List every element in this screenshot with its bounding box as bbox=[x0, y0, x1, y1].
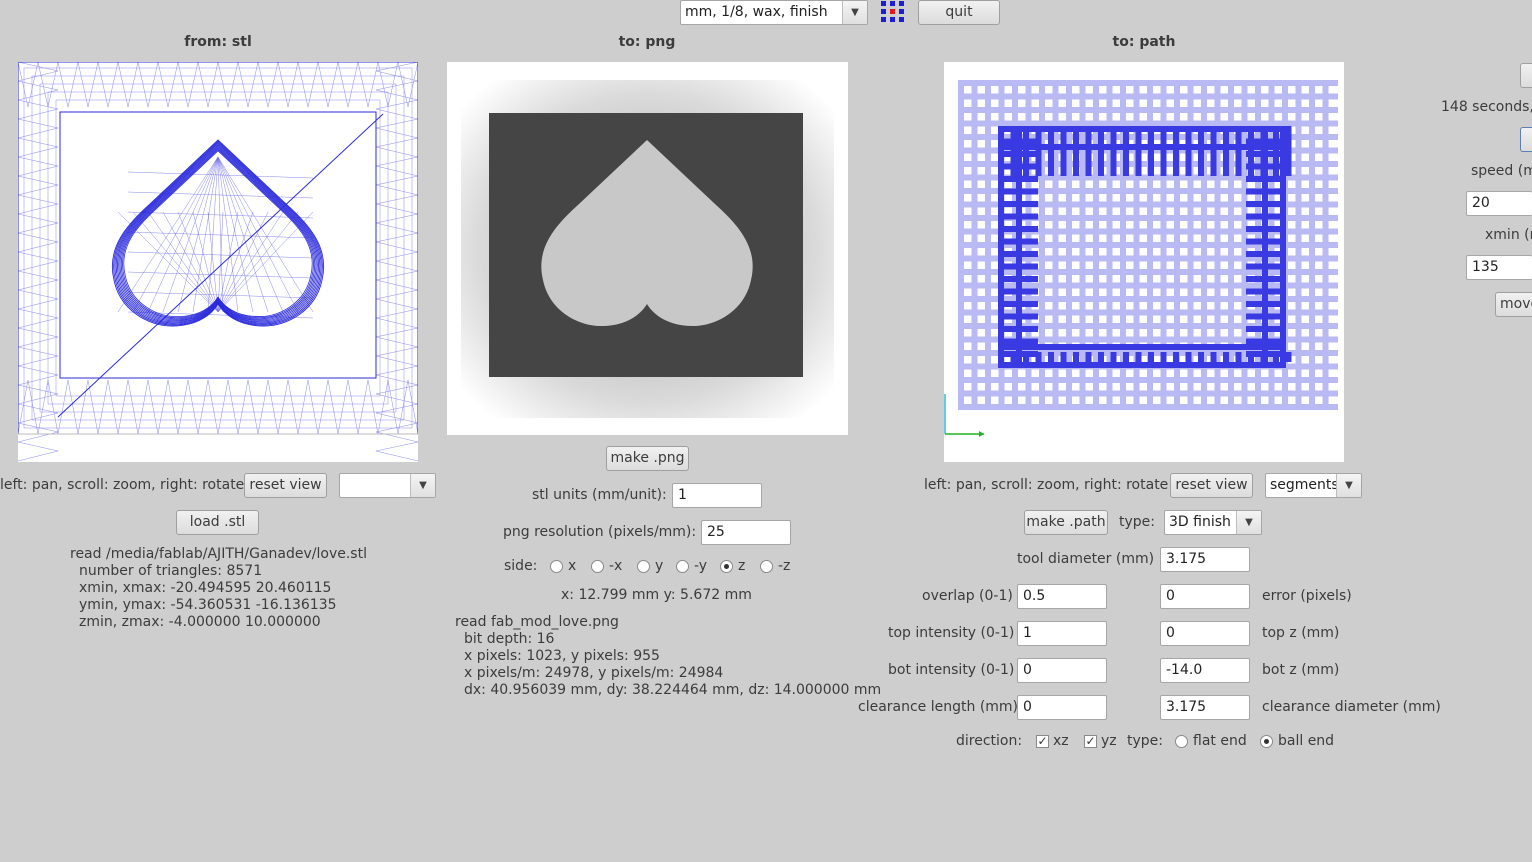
make-path-button[interactable]: make .path bbox=[1024, 510, 1108, 535]
side-radio-label: -y bbox=[694, 558, 708, 574]
png-info-line: read fab_mod_love.png bbox=[455, 614, 619, 630]
side-radio-x[interactable] bbox=[550, 560, 563, 573]
png-resolution-input[interactable]: 25 bbox=[701, 520, 791, 545]
png-image bbox=[447, 62, 848, 435]
preset-select[interactable]: mm, 1/8, wax, finish ▼ bbox=[680, 0, 868, 25]
clearance-diameter-label: clearance diameter (mm) bbox=[1262, 699, 1441, 715]
machine-time-estimate: 148 seconds, 2 bbox=[1441, 99, 1532, 115]
stl-header: from: stl bbox=[184, 34, 252, 50]
clearance-diameter-input[interactable]: 3.175 bbox=[1160, 695, 1250, 720]
stl-info-line: ymin, ymax: -54.360531 -16.136135 bbox=[79, 597, 337, 613]
preset-value: mm, 1/8, wax, finish bbox=[685, 4, 828, 20]
side-radio-label: -z bbox=[778, 558, 791, 574]
flat-end-label: flat end bbox=[1193, 733, 1247, 749]
overlap-input[interactable]: 0.5 bbox=[1017, 584, 1107, 609]
speed-input[interactable]: 20 bbox=[1466, 191, 1532, 216]
load-stl-button[interactable]: load .stl bbox=[176, 510, 259, 535]
path-type-value: 3D finish bbox=[1169, 514, 1231, 530]
png-header: to: png bbox=[618, 34, 676, 50]
direction-yz-label: yz bbox=[1101, 733, 1117, 749]
chevron-down-icon: ▼ bbox=[1336, 474, 1361, 497]
tool-diameter-label: tool diameter (mm) bbox=[1017, 551, 1155, 567]
stl-view-select[interactable]: ▼ bbox=[339, 473, 436, 498]
stl-info-line: number of triangles: 8571 bbox=[79, 563, 263, 579]
direction-xz-label: xz bbox=[1053, 733, 1069, 749]
chevron-down-icon: ▼ bbox=[1236, 511, 1261, 534]
stl-info-line: read /media/fablab/AJITH/Ganadev/love.st… bbox=[70, 546, 367, 562]
png-position-readout: x: 12.799 mm y: 5.672 mm bbox=[561, 587, 752, 603]
side-radio-y[interactable] bbox=[637, 560, 650, 573]
path-reset-view-button[interactable]: reset view bbox=[1170, 473, 1253, 498]
speed-label: speed (m bbox=[1471, 163, 1532, 179]
machine-send-button[interactable] bbox=[1520, 127, 1532, 152]
stl-viewer[interactable] bbox=[17, 61, 439, 462]
stl-units-input[interactable]: 1 bbox=[672, 483, 762, 508]
top-z-input[interactable]: 0 bbox=[1160, 621, 1250, 646]
path-header: to: path bbox=[1112, 34, 1176, 50]
xmin-input[interactable]: 135 bbox=[1466, 255, 1532, 280]
bot-intensity-label: bot intensity (0-1) bbox=[888, 662, 1015, 678]
png-info-line: dx: 40.956039 mm, dy: 38.224464 mm, dz: … bbox=[464, 682, 882, 698]
direction-yz-checkbox[interactable]: ✓ bbox=[1084, 735, 1097, 748]
ball-end-radio[interactable] bbox=[1260, 735, 1273, 748]
top-z-label: top z (mm) bbox=[1262, 625, 1340, 641]
path-view-hint: left: pan, scroll: zoom, right: rotate bbox=[924, 477, 1169, 493]
tool-diameter-input[interactable]: 3.175 bbox=[1160, 547, 1250, 572]
overlap-label: overlap (0-1) bbox=[922, 588, 1013, 604]
side-radio--z[interactable] bbox=[760, 560, 773, 573]
path-type-select[interactable]: 3D finish ▼ bbox=[1164, 510, 1262, 535]
error-input[interactable]: 0 bbox=[1160, 584, 1250, 609]
png-info-line: bit depth: 16 bbox=[464, 631, 555, 647]
chevron-down-icon: ▼ bbox=[410, 474, 435, 497]
side-radio-label: y bbox=[655, 558, 664, 574]
clearance-length-input[interactable]: 0 bbox=[1017, 695, 1107, 720]
bot-z-label: bot z (mm) bbox=[1262, 662, 1340, 678]
direction-xz-checkbox[interactable]: ✓ bbox=[1036, 735, 1049, 748]
side-radio-z[interactable] bbox=[720, 560, 733, 573]
png-info-line: x pixels: 1023, y pixels: 955 bbox=[464, 648, 660, 664]
bot-z-input[interactable]: -14.0 bbox=[1160, 658, 1250, 683]
stl-reset-view-button[interactable]: reset view bbox=[244, 473, 327, 498]
stl-info-line: zmin, zmax: -4.000000 10.000000 bbox=[79, 614, 321, 630]
path-view-select-value: segments bbox=[1270, 477, 1339, 493]
direction-label: direction: bbox=[956, 733, 1023, 749]
png-viewer bbox=[447, 62, 848, 435]
png-info-line: x pixels/m: 24978, y pixels/m: 24984 bbox=[464, 665, 724, 681]
move-button[interactable]: move bbox=[1495, 292, 1532, 317]
top-intensity-input[interactable]: 1 bbox=[1017, 621, 1107, 646]
app-logo-icon bbox=[880, 0, 906, 24]
stl-info: read /media/fablab/AJITH/Ganadev/love.st… bbox=[70, 546, 367, 631]
end-type-label: type: bbox=[1127, 733, 1163, 749]
bot-intensity-input[interactable]: 0 bbox=[1017, 658, 1107, 683]
ball-end-label: ball end bbox=[1278, 733, 1335, 749]
toolpath-canvas[interactable] bbox=[944, 62, 1344, 462]
quit-button[interactable]: quit bbox=[918, 0, 1000, 25]
side-radio-label: x bbox=[568, 558, 577, 574]
path-type-label: type: bbox=[1119, 514, 1155, 530]
chevron-down-icon: ▼ bbox=[842, 1, 867, 24]
xmin-label: xmin (m bbox=[1485, 227, 1532, 243]
stl-info-line: xmin, xmax: -20.494595 20.460115 bbox=[79, 580, 332, 596]
machine-top-button[interactable] bbox=[1520, 63, 1532, 88]
stl-mesh-canvas[interactable] bbox=[17, 61, 439, 462]
stl-view-hint: left: pan, scroll: zoom, right: rotate bbox=[0, 477, 245, 493]
make-png-button[interactable]: make .png bbox=[606, 446, 689, 471]
clearance-length-label: clearance length (mm) bbox=[858, 699, 1019, 715]
png-info: read fab_mod_love.png bit depth: 16 x pi… bbox=[455, 614, 881, 699]
top-intensity-label: top intensity (0-1) bbox=[888, 625, 1015, 641]
stl-units-label: stl units (mm/unit): bbox=[532, 487, 667, 503]
side-radio--y[interactable] bbox=[676, 560, 689, 573]
path-viewer[interactable] bbox=[944, 62, 1344, 462]
error-label: error (pixels) bbox=[1262, 588, 1352, 604]
path-view-select[interactable]: segments ▼ bbox=[1265, 473, 1362, 498]
png-resolution-label: png resolution (pixels/mm): bbox=[503, 524, 697, 540]
flat-end-radio[interactable] bbox=[1175, 735, 1188, 748]
side-radio-label: z bbox=[738, 558, 746, 574]
side-radio--x[interactable] bbox=[591, 560, 604, 573]
side-radio-label: -x bbox=[609, 558, 623, 574]
side-label: side: bbox=[504, 558, 538, 574]
